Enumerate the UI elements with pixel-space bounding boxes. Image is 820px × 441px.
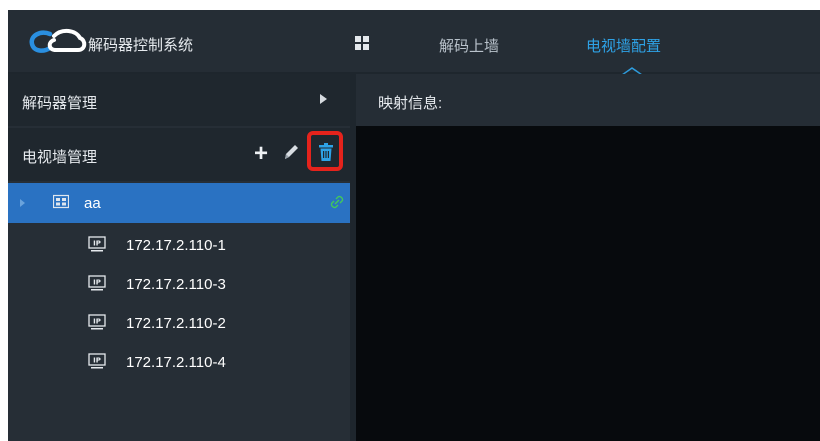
- decoder-label: 172.17.2.110-4: [126, 354, 226, 371]
- plus-icon[interactable]: +: [254, 142, 268, 166]
- ip-monitor-icon: IP: [88, 314, 106, 330]
- decoder-label: 172.17.2.110-3: [126, 276, 226, 293]
- svg-text:IP: IP: [93, 357, 101, 365]
- trash-icon[interactable]: [319, 143, 333, 161]
- tree-node-decoder[interactable]: IP 172.17.2.110-1: [8, 226, 350, 266]
- tv-wall-name: aa: [84, 195, 101, 212]
- tree-node-decoder[interactable]: IP 172.17.2.110-4: [8, 343, 350, 383]
- ip-monitor-icon: IP: [88, 275, 106, 291]
- nav-decode-to-wall[interactable]: 解码上墙: [439, 35, 499, 56]
- ip-monitor-icon: IP: [88, 353, 106, 369]
- app-window: 解码器控制系统 解码上墙 电视墙配置 解码器管理 电视墙管理 + aa IP 1…: [8, 10, 820, 441]
- caret-right-icon[interactable]: [320, 94, 327, 104]
- section-label: 电视墙管理: [22, 149, 98, 166]
- cloud-logo-icon: [29, 29, 87, 53]
- left-panel: 解码器管理 电视墙管理 + aa IP 172.17.2.110-1 IP 17…: [8, 74, 350, 441]
- section-label: 解码器管理: [22, 95, 98, 112]
- tree-node-decoder[interactable]: IP 172.17.2.110-2: [8, 304, 350, 344]
- decoder-label: 172.17.2.110-2: [126, 315, 226, 332]
- section-decoder-management[interactable]: 解码器管理: [8, 74, 350, 126]
- mapping-header: 映射信息:: [356, 74, 820, 126]
- nav-tv-wall-config[interactable]: 电视墙配置: [586, 35, 661, 56]
- section-tv-wall-management: 电视墙管理 +: [8, 128, 350, 181]
- grid-icon[interactable]: [355, 36, 369, 50]
- link-icon[interactable]: [329, 194, 345, 210]
- mapping-panel: 映射信息:: [356, 74, 820, 441]
- delete-highlight-box: [307, 131, 343, 171]
- mapping-info-label: 映射信息:: [378, 95, 443, 112]
- svg-text:IP: IP: [93, 279, 101, 287]
- ip-monitor-icon: IP: [88, 236, 106, 252]
- top-bar: 解码器控制系统 解码上墙 电视墙配置: [8, 10, 820, 76]
- tree-node-decoder[interactable]: IP 172.17.2.110-3: [8, 265, 350, 305]
- app-title: 解码器控制系统: [88, 37, 194, 54]
- svg-text:IP: IP: [93, 318, 101, 326]
- pencil-icon[interactable]: [282, 142, 300, 162]
- tv-wall-icon: [53, 194, 69, 209]
- svg-text:IP: IP: [93, 240, 101, 248]
- expand-caret-icon[interactable]: [20, 199, 25, 207]
- decoder-label: 172.17.2.110-1: [126, 237, 226, 254]
- tree-node-tv-wall[interactable]: aa: [8, 183, 350, 223]
